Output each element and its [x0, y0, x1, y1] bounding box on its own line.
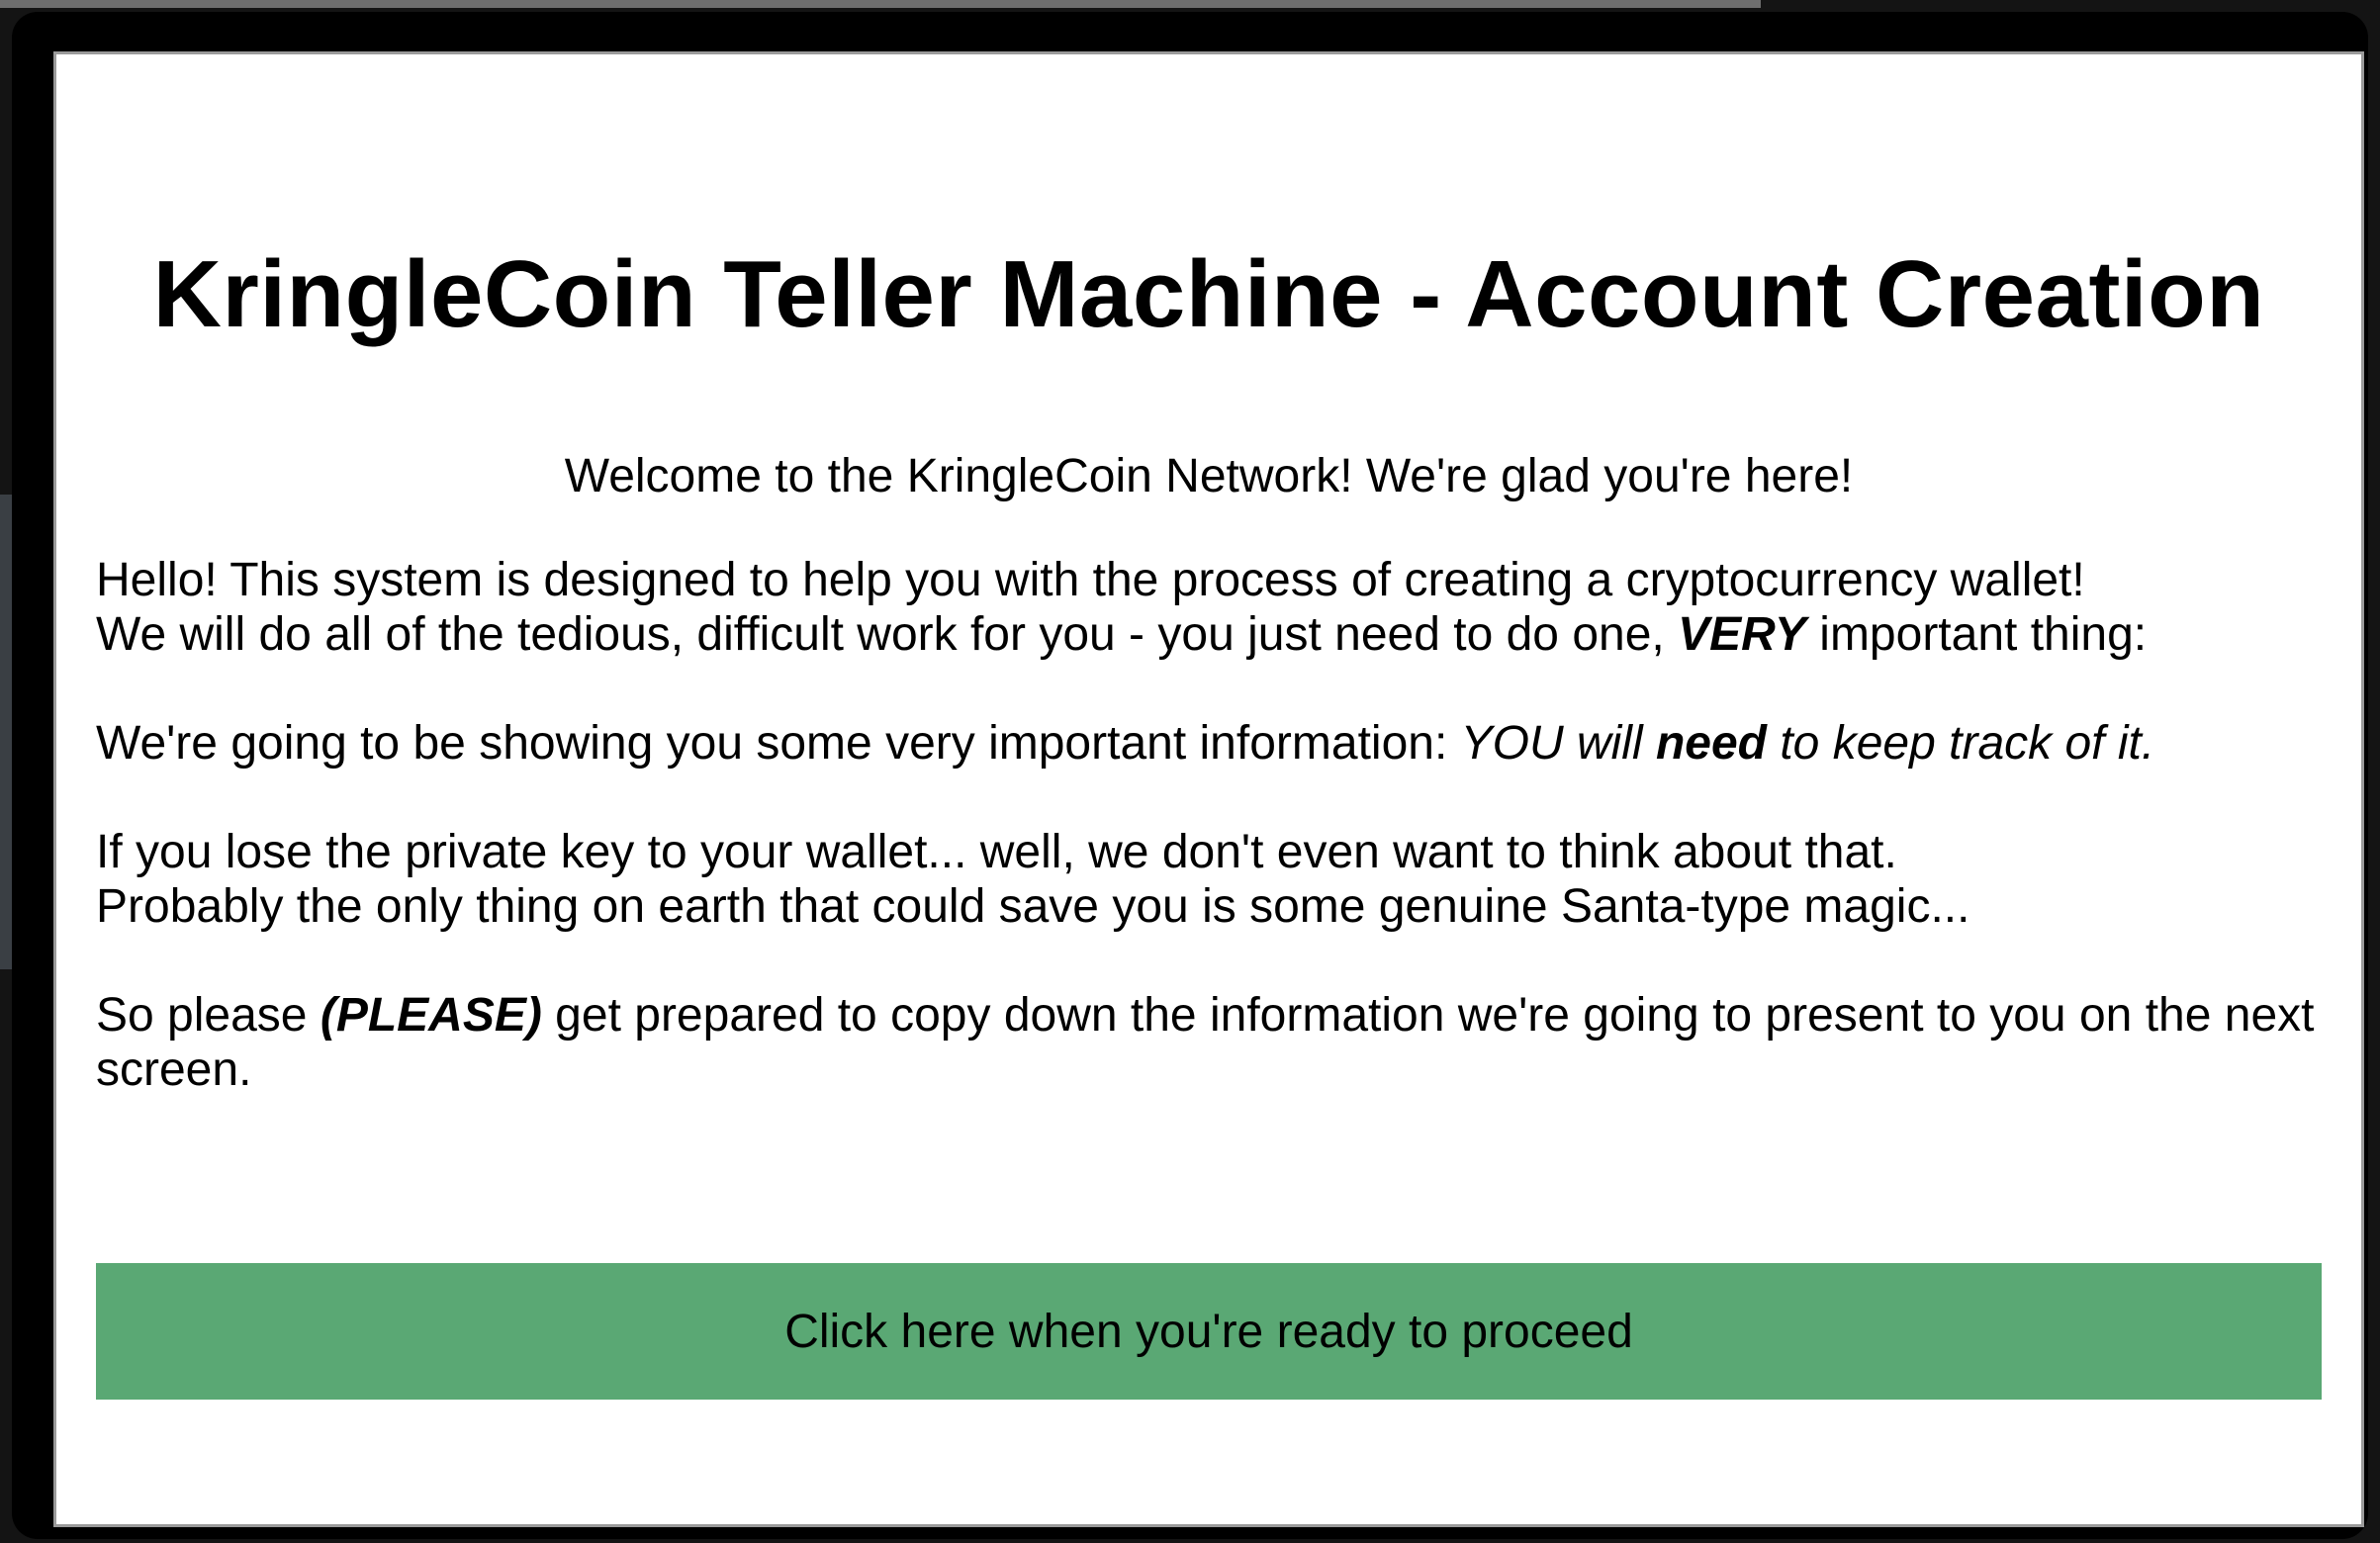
info-paragraph: We're going to be showing you some very …	[96, 716, 2332, 771]
intro-line-2-start: We will do all of the tedious, difficult…	[96, 608, 1679, 661]
info-text: We're going to be showing you some very …	[96, 717, 1461, 770]
background-strip	[0, 0, 1761, 8]
proceed-button[interactable]: Click here when you're ready to proceed	[96, 1263, 2322, 1400]
warning-line-1: If you lose the private key to your wall…	[96, 826, 1897, 878]
warning-paragraph: If you lose the private key to your wall…	[96, 825, 2332, 934]
warning-line-2: Probably the only thing on earth that co…	[96, 880, 1970, 933]
page-title: KringleCoin Teller Machine - Account Cre…	[152, 241, 2265, 347]
prepare-emphasis: (PLEASE)	[320, 989, 542, 1042]
info-italic-start: YOU will	[1460, 717, 1656, 770]
prepare-start: So please	[96, 989, 320, 1042]
info-need: need	[1655, 717, 1767, 770]
intro-line-2-end: important thing:	[1805, 608, 2148, 661]
prepare-paragraph: So please (PLEASE) get prepared to copy …	[96, 988, 2332, 1097]
instructions: Hello! This system is designed to help y…	[96, 553, 2332, 1151]
intro-paragraph: Hello! This system is designed to help y…	[96, 553, 2332, 662]
terminal-screen: KringleCoin Teller Machine - Account Cre…	[53, 51, 2364, 1527]
intro-line-1: Hello! This system is designed to help y…	[96, 554, 2085, 606]
intro-emphasis: VERY	[1678, 608, 1806, 661]
terminal-frame: KringleCoin Teller Machine - Account Cre…	[12, 12, 2368, 1539]
info-italic-end: to keep track of it.	[1767, 717, 2155, 770]
welcome-message: Welcome to the KringleCoin Network! We'r…	[564, 450, 1854, 502]
